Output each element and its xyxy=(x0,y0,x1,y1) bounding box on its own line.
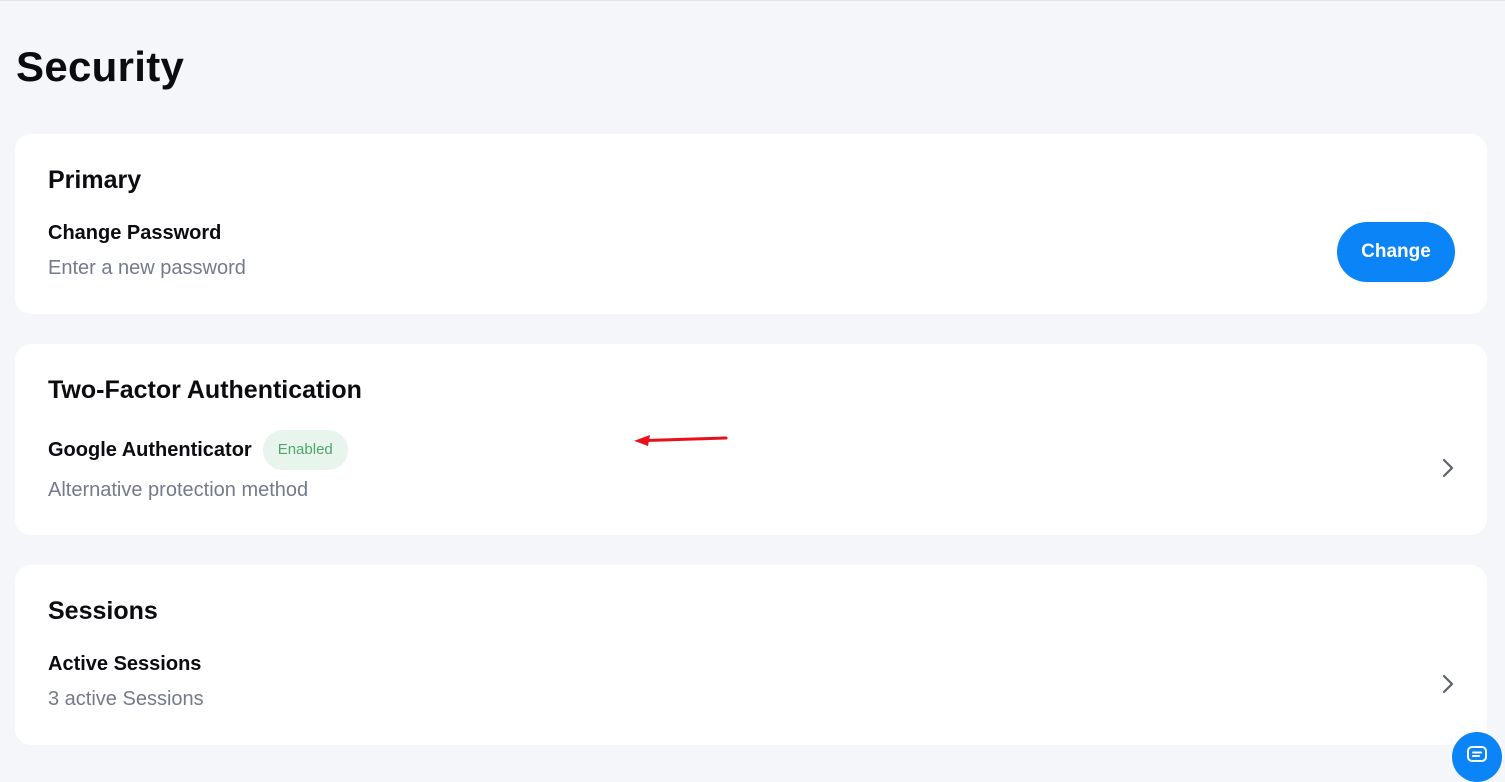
two-factor-card: Two-Factor Authentication Google Authent… xyxy=(15,344,1487,535)
active-sessions-row[interactable]: Active Sessions 3 active Sessions xyxy=(15,645,1487,725)
google-authenticator-label: Google Authenticator xyxy=(48,439,252,461)
sessions-card: Sessions Active Sessions 3 active Sessio… xyxy=(15,565,1487,745)
active-sessions-label: Active Sessions xyxy=(48,653,202,675)
change-password-button[interactable]: Change xyxy=(1337,222,1455,282)
chevron-right-icon[interactable] xyxy=(1439,457,1457,479)
two-factor-section-title: Two-Factor Authentication xyxy=(48,376,362,404)
status-badge: Enabled xyxy=(262,430,348,470)
primary-section-title: Primary xyxy=(48,166,142,194)
google-authenticator-label-group: Google Authenticator Enabled xyxy=(48,430,348,470)
sessions-section-title: Sessions xyxy=(48,597,158,625)
google-authenticator-description: Alternative protection method xyxy=(48,479,309,501)
arrow-left-icon xyxy=(634,435,728,446)
change-password-description: Enter a new password xyxy=(48,257,246,279)
top-divider xyxy=(0,0,1505,1)
page-title: Security xyxy=(16,43,185,90)
google-authenticator-row[interactable]: Google Authenticator Enabled Alternative… xyxy=(15,424,1487,519)
chevron-right-icon[interactable] xyxy=(1439,673,1457,695)
change-password-label: Change Password xyxy=(48,222,222,244)
change-password-row: Change Password Enter a new password xyxy=(15,214,1487,294)
active-sessions-description: 3 active Sessions xyxy=(48,688,204,710)
chat-button[interactable] xyxy=(1452,732,1502,782)
primary-card: Primary Change Password Enter a new pass… xyxy=(15,134,1487,314)
